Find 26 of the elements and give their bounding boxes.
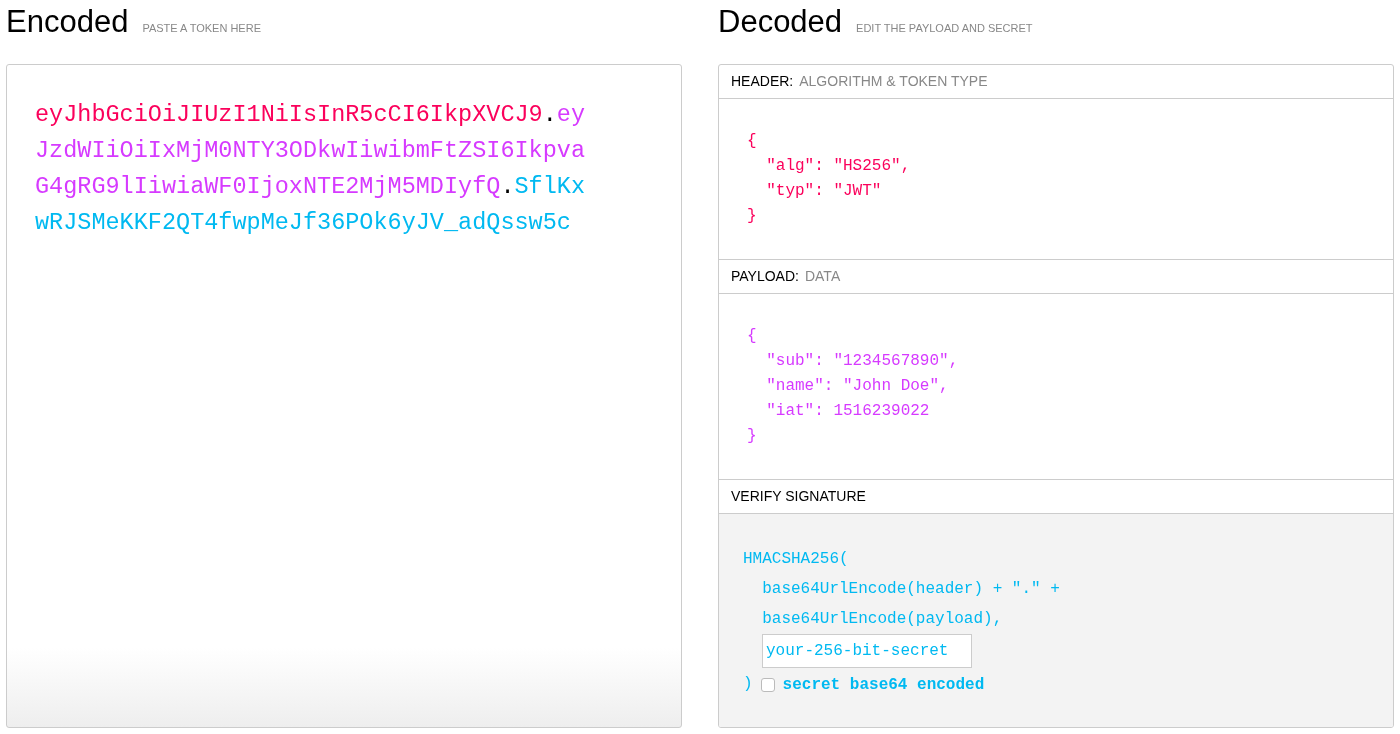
code-line: base64UrlEncode(payload), [761,609,1004,630]
panel-subtitle: EDIT THE PAYLOAD AND SECRET [856,21,1033,36]
checkbox[interactable] [760,677,775,692]
code-line: { [747,326,758,347]
token-text: eyJhbGciOiJIUzI1NiIsInR5cCI6IkpXVCJ9.eyJzdWIiOiIxMjM0NTY3ODkwIiwibmFtZSI6IkpvaG4gRG9lIiwiaWF0IjoxNTE2MjM5MDIyfQ.SflKxwRJSMeKKF2QT4fwpMeJf36POk6yJV_adQssw5c [35,100,586,238]
code-line: } [747,426,758,447]
code-line: base64UrlEncode(header) + "." + [761,579,1061,600]
section-hint: ALGORITHM & TOKEN TYPE [799,72,988,91]
checkbox-label: secret base64 encoded [782,674,985,696]
panel-subtitle: PASTE A TOKEN HERE [142,21,261,36]
section-label: PAYLOAD: [731,267,799,286]
code-line: "iat": 1516239022 [765,401,931,422]
panel-title: Decoded [718,6,843,37]
code-line: "alg": "HS256", [765,156,912,177]
code-line: "sub": "1234567890", [765,351,960,372]
code-line: HMACSHA256( [743,549,850,570]
section-hint: DATA [804,267,841,286]
code-line: ) [743,674,753,695]
code-line: "name": "John Doe", [765,376,950,397]
token-input[interactable]: eyJhbGciOiJIUzI1NiIsInR5cCI6IkpXVCJ9.eyJzdWIiOiIxMjM0NTY3ODkwIiwibmFtZSI6IkpvaG4gRG9lIiwiaWF0IjoxNTE2MjM5MDIyfQ.SflKxwRJSMeKKF2QT4fwpMeJf36POk6yJV_adQssw5c [6,64,682,728]
section-label: HEADER: [731,72,794,91]
code-line: } [747,206,758,227]
code-line: { [747,131,758,152]
code-line: "typ": "JWT" [765,181,883,202]
panel-title: Encoded [6,6,129,37]
section-label: VERIFY SIGNATURE [731,487,866,506]
